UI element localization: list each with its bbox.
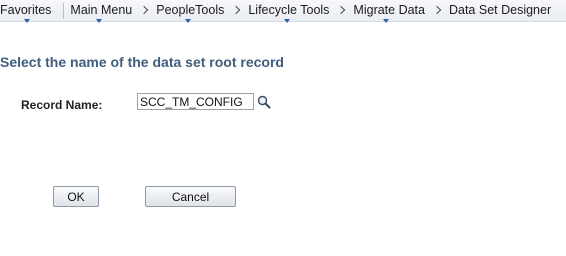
nav-favorites-label: Favorites (0, 3, 52, 17)
breadcrumb-chevron-icon (140, 5, 149, 15)
nav-peopletools-label: PeopleTools (156, 3, 225, 17)
dropdown-arrow-icon (185, 19, 192, 23)
nav-data-set-designer-label: Data Set Designer (448, 3, 552, 17)
nav-main-menu[interactable]: Main Menu (70, 3, 136, 23)
nav-lifecycle-tools[interactable]: Lifecycle Tools (248, 3, 333, 23)
search-icon[interactable] (257, 95, 271, 109)
ok-button[interactable]: OK (53, 186, 99, 207)
dropdown-arrow-icon (284, 19, 291, 23)
record-name-input[interactable] (137, 93, 254, 110)
nav-data-set-designer[interactable]: Data Set Designer (449, 3, 555, 17)
page-title: Select the name of the data set root rec… (0, 54, 284, 70)
cancel-button[interactable]: Cancel (145, 186, 236, 207)
nav-lifecycle-tools-label: Lifecycle Tools (248, 3, 330, 17)
dropdown-arrow-icon (24, 19, 30, 23)
nav-main-menu-label: Main Menu (70, 3, 133, 17)
dropdown-arrow-icon (96, 19, 103, 23)
breadcrumb-chevron-icon (432, 5, 442, 15)
navigation-bar: Favorites Main Menu PeopleTools Lifecycl… (0, 0, 566, 23)
nav-favorites[interactable]: Favorites (0, 3, 55, 23)
nav-migrate-data-label: Migrate Data (353, 3, 425, 17)
breadcrumb-chevron-icon (232, 5, 241, 15)
dropdown-arrow-icon (383, 19, 390, 23)
record-name-label: Record Name: (21, 98, 103, 112)
nav-divider (63, 3, 65, 19)
breadcrumb-chevron-icon (337, 5, 346, 15)
nav-migrate-data[interactable]: Migrate Data (353, 3, 429, 23)
nav-peopletools[interactable]: PeopleTools (156, 3, 228, 23)
